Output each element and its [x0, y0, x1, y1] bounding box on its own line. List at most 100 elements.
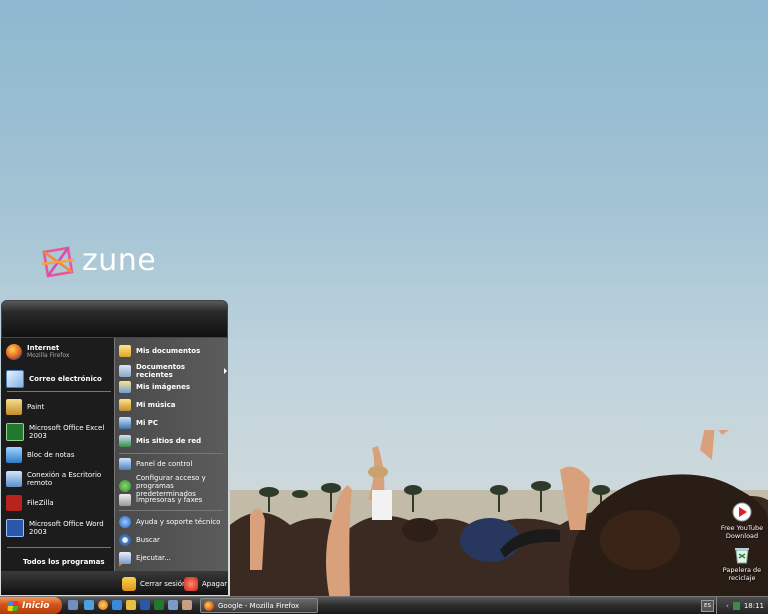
start-item-email[interactable]: Correo electrónico: [6, 370, 114, 388]
word-icon: [6, 519, 24, 537]
start-item-label: Mi música: [136, 401, 176, 409]
divider: [119, 453, 223, 454]
paint-icon: [6, 399, 22, 415]
desktop: zune Free YouTube Download Papelera de r…: [0, 0, 768, 596]
start-item-label: Mi PC: [136, 419, 159, 427]
start-button-label: Inicio: [22, 600, 50, 611]
start-item-my-pictures[interactable]: Mis imágenes: [119, 381, 227, 393]
start-item-control-panel[interactable]: Panel de control: [119, 458, 227, 470]
start-item-label: Impresoras y faxes: [136, 496, 203, 504]
zune-logo-text: zune: [82, 243, 157, 278]
run-icon: [119, 552, 131, 564]
tray-expand-icon[interactable]: ‹: [726, 602, 729, 610]
key-icon: [122, 577, 136, 591]
start-item-label: Mis sitios de red: [136, 437, 202, 445]
start-button[interactable]: Inicio: [0, 597, 62, 614]
start-item-label: Correo electrónico: [29, 375, 102, 383]
printer-icon: [119, 494, 131, 506]
language-indicator[interactable]: ES: [701, 600, 714, 612]
music-icon: [119, 399, 131, 411]
start-item-my-documents[interactable]: Mis documentos: [119, 345, 227, 357]
start-item-paint[interactable]: Paint: [6, 399, 114, 415]
start-item-search[interactable]: Buscar: [119, 534, 227, 546]
divider: [7, 547, 111, 548]
start-item-help[interactable]: Ayuda y soporte técnico: [119, 516, 227, 528]
start-item-run[interactable]: Ejecutar...: [119, 552, 227, 564]
start-item-label: Buscar: [136, 536, 160, 544]
start-item-remote-desktop[interactable]: Conexión a Escritorio remoto: [6, 471, 114, 487]
start-menu-header: [1, 300, 228, 338]
start-item-recent-documents[interactable]: Documentos recientes: [119, 363, 227, 379]
desktop-icon-label: Papelera de reciclaje: [722, 566, 762, 582]
control-panel-icon: [119, 458, 131, 470]
start-item-filezilla[interactable]: FileZilla: [6, 495, 114, 511]
start-item-label: Bloc de notas: [27, 451, 75, 459]
start-item-sublabel: Mozilla Firefox: [27, 352, 70, 359]
start-item-label: Documentos recientes: [136, 363, 186, 379]
start-item-internet[interactable]: Internet Mozilla Firefox: [6, 344, 114, 360]
submenu-arrow-icon: [224, 368, 227, 374]
computer-icon: [119, 417, 131, 429]
media-player-icon[interactable]: [168, 600, 178, 610]
start-item-label: Paint: [27, 403, 45, 411]
messenger-icon[interactable]: [84, 600, 94, 610]
youtube-download-icon: [732, 502, 752, 522]
firefox-icon: [204, 600, 214, 611]
notepad-icon: [6, 447, 22, 463]
start-item-notepad[interactable]: Bloc de notas: [6, 447, 114, 463]
start-item-my-music[interactable]: Mi música: [119, 399, 227, 411]
start-item-label: Microsoft Office Word 2003: [29, 520, 104, 536]
documents-icon: [119, 345, 131, 357]
task-button-firefox[interactable]: Google - Mozilla Firefox: [200, 598, 318, 613]
start-item-label: Ayuda y soporte técnico: [136, 518, 221, 526]
excel-icon: [6, 423, 24, 441]
word-quicklaunch-icon[interactable]: [140, 600, 150, 610]
recycle-bin-icon: [735, 548, 749, 564]
start-item-label: Internet: [27, 344, 60, 352]
divider: [119, 510, 223, 511]
start-menu: Internet Mozilla Firefox Correo electrón…: [1, 300, 228, 595]
start-item-label: Panel de control: [136, 460, 193, 468]
help-icon: [119, 516, 131, 528]
show-desktop-icon[interactable]: [68, 600, 78, 610]
system-tray: ‹ 18:11: [716, 597, 768, 614]
recent-documents-icon: [119, 365, 131, 377]
start-item-label: Microsoft Office Excel 2003: [29, 424, 105, 440]
start-item-word[interactable]: Microsoft Office Word 2003: [6, 519, 114, 537]
internet-explorer-icon[interactable]: [112, 600, 122, 610]
log-off-label: Cerrar sesión: [140, 580, 187, 588]
start-item-label: Mis documentos: [136, 347, 201, 355]
remote-desktop-icon: [6, 471, 22, 487]
desktop-icon-recycle-bin[interactable]: Papelera de reciclaje: [712, 546, 768, 582]
start-item-label: Conexión a Escritorio remoto: [27, 471, 102, 487]
start-item-printers[interactable]: Impresoras y faxes: [119, 494, 227, 506]
network-tray-icon[interactable]: [732, 601, 740, 610]
default-programs-icon: [119, 480, 131, 492]
folder-icon[interactable]: [126, 600, 136, 610]
all-programs-button[interactable]: Todos los programas: [23, 557, 125, 567]
power-icon: [184, 577, 198, 591]
taskbar: Inicio Google - Mozilla Firefox ES ‹ 18:…: [0, 596, 768, 614]
network-icon: [119, 435, 131, 447]
start-item-my-computer[interactable]: Mi PC: [119, 417, 227, 429]
start-item-label: Ejecutar...: [136, 554, 171, 562]
start-item-label: FileZilla: [27, 499, 54, 507]
start-item-excel[interactable]: Microsoft Office Excel 2003: [6, 423, 114, 441]
divider: [7, 391, 111, 392]
desktop-icon-free-youtube-download[interactable]: Free YouTube Download: [712, 502, 768, 540]
shutdown-label: Apagar: [202, 580, 228, 588]
firefox-quicklaunch-icon[interactable]: [98, 600, 108, 610]
start-item-network-places[interactable]: Mis sitios de red: [119, 435, 227, 447]
all-programs-label: Todos los programas: [23, 558, 105, 566]
mail-icon: [6, 370, 24, 388]
hand-icon[interactable]: [182, 600, 192, 610]
clock[interactable]: 18:11: [744, 602, 764, 610]
windows-flag-icon: [7, 600, 19, 611]
pictures-icon: [119, 381, 131, 393]
desktop-icon-label: Free YouTube Download: [720, 524, 764, 540]
filezilla-icon: [6, 495, 22, 511]
excel-quicklaunch-icon[interactable]: [154, 600, 164, 610]
shutdown-button[interactable]: Apagar: [184, 577, 227, 591]
log-off-button[interactable]: Cerrar sesión: [122, 577, 186, 591]
start-item-label: Mis imágenes: [136, 383, 191, 391]
